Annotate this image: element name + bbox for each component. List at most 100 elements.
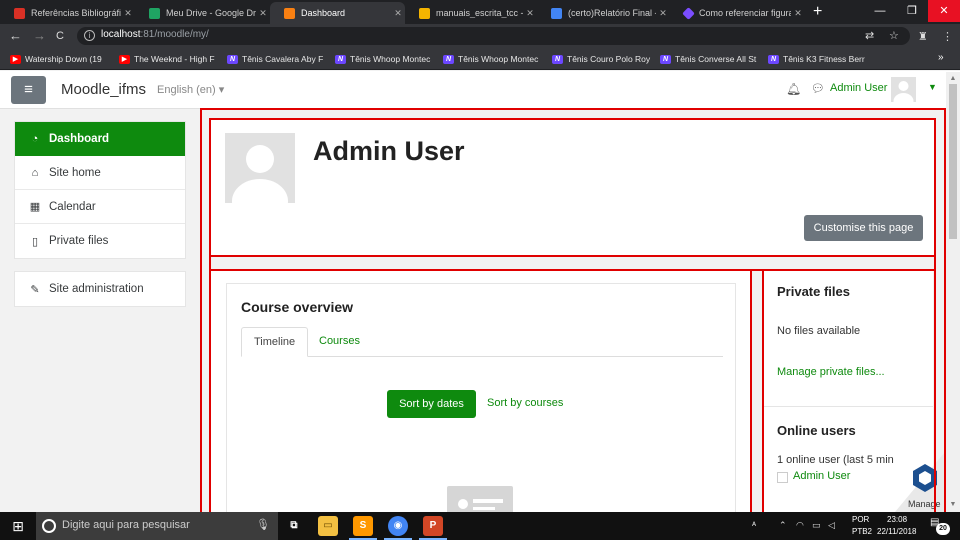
new-tab-button[interactable]: +: [813, 3, 822, 21]
browser-tab[interactable]: Meu Drive - Google Dri ✕: [135, 2, 270, 24]
chevron-down-icon[interactable]: ▼: [928, 82, 937, 92]
no-files-text: No files available: [777, 325, 861, 337]
clock-time[interactable]: 23:08: [887, 515, 907, 524]
file-icon: ▯: [31, 235, 39, 248]
people-icon[interactable]: ᴬ: [752, 520, 756, 530]
star-icon[interactable]: ☆: [889, 29, 899, 42]
forward-icon[interactable]: →: [33, 28, 46, 44]
bookmark-item[interactable]: N Tênis Cavalera Aby F: [227, 52, 329, 66]
sublime-text-icon[interactable]: S: [349, 516, 377, 540]
bookmark-item[interactable]: N Tênis Couro Polo Roy: [552, 52, 656, 66]
menu-icon[interactable]: ⋮: [942, 30, 953, 43]
url-path: :81/moodle/my/: [140, 29, 209, 40]
tab-courses[interactable]: Courses: [307, 327, 372, 357]
bookmark-label: Tênis Whoop Montec: [350, 54, 431, 64]
drawer-item-private-files[interactable]: ▯ Private files: [15, 224, 185, 258]
user-icon: [777, 472, 788, 483]
tab-title: Meu Drive - Google Dri: [166, 8, 256, 18]
info-icon[interactable]: i: [84, 30, 95, 41]
manage-private-files-link[interactable]: Manage private files...: [777, 366, 885, 378]
drawer-item-label: Private files: [49, 235, 109, 247]
course-overview-tabs: Timeline Courses: [241, 327, 723, 357]
close-icon[interactable]: ✕: [791, 8, 805, 19]
browser-tab-active[interactable]: Dashboard ✕: [270, 2, 405, 24]
sort-by-courses-link[interactable]: Sort by courses: [487, 397, 563, 409]
drawer-item-label: Site home: [49, 166, 101, 179]
user-menu-name[interactable]: Admin User: [830, 82, 887, 94]
wifi-icon[interactable]: ◠: [796, 520, 804, 531]
keyboard-layout[interactable]: PTB2: [852, 527, 872, 536]
close-icon[interactable]: ✕: [523, 8, 537, 19]
task-view-icon[interactable]: ⧉: [284, 516, 304, 536]
bell-icon[interactable]: 🔔︎: [786, 82, 801, 96]
translate-icon[interactable]: ⇄: [865, 29, 874, 42]
taskbar-search-input[interactable]: Digite aqui para pesquisar 🎙︎: [36, 512, 278, 540]
window-close-button[interactable]: ✕: [928, 0, 960, 22]
scroll-down-icon[interactable]: ▼: [946, 498, 960, 512]
clock-date[interactable]: 22/11/2018: [877, 527, 916, 536]
drawer-item-label: Calendar: [49, 200, 96, 213]
extension-icon[interactable]: ♜: [918, 30, 928, 43]
browser-tab[interactable]: (certo)Relatório Final - I ✕: [537, 2, 670, 24]
drawer-item-label: Site administration: [49, 283, 144, 295]
minimize-button[interactable]: —: [864, 0, 896, 22]
block-divider: [763, 406, 933, 407]
drawer-toggle-button[interactable]: ≡: [11, 76, 46, 104]
close-icon[interactable]: ✕: [121, 8, 135, 19]
bookmark-item[interactable]: N Tênis Converse All St: [660, 52, 764, 66]
back-icon[interactable]: ←: [9, 28, 22, 44]
netshoes-icon: N: [552, 54, 563, 64]
tab-title: Dashboard: [301, 8, 346, 18]
avatar[interactable]: [891, 77, 916, 102]
customise-page-button[interactable]: Customise this page: [804, 215, 923, 241]
close-icon[interactable]: ✕: [391, 8, 405, 19]
microphone-icon[interactable]: 🎙︎: [256, 518, 270, 531]
browser-tab[interactable]: Referências Bibliográfic ✕: [0, 2, 135, 24]
drawer-item-site-home[interactable]: ⌂ Site home: [15, 156, 185, 190]
drawer-item-label: Dashboard: [49, 132, 110, 145]
language-menu[interactable]: English (en) ▾: [157, 83, 224, 96]
annotation-frame-gutter: [750, 269, 764, 514]
bookmark-item[interactable]: N Tênis Whoop Montec: [443, 52, 547, 66]
moodle-navbar: ≡ Moodle_ifms English (en) ▾ 🔔︎ 💬︎ Admin…: [0, 71, 960, 109]
close-icon[interactable]: ✕: [256, 8, 270, 19]
sort-by-dates-button[interactable]: Sort by dates: [387, 390, 476, 418]
bookmark-item[interactable]: N Tênis K3 Fitness Berr: [768, 52, 866, 66]
gmail-icon: [14, 7, 25, 19]
annotation-frame-strip: [209, 255, 936, 271]
drawer-item-calendar[interactable]: ▦ Calendar: [15, 190, 185, 224]
drawer-item-dashboard[interactable]: ◔ Dashboard: [15, 122, 185, 156]
bookmark-item[interactable]: ▶ Watership Down (19: [10, 52, 110, 66]
restore-button[interactable]: ❐: [896, 0, 928, 22]
tab-timeline[interactable]: Timeline: [241, 327, 309, 357]
online-user-link[interactable]: Admin User: [793, 470, 850, 482]
bookmark-item[interactable]: ▶ The Weeknd - High F: [119, 52, 218, 66]
reload-icon[interactable]: C: [56, 28, 64, 44]
scroll-thumb[interactable]: [949, 84, 957, 239]
manage-label[interactable]: Manage: [908, 499, 941, 509]
volume-icon[interactable]: ◁: [828, 520, 835, 531]
windows-taskbar: ⊞ Digite aqui para pesquisar 🎙︎ ⧉ ▭ S ◉ …: [0, 512, 960, 540]
file-explorer-icon[interactable]: ▭: [318, 516, 338, 536]
close-icon[interactable]: ✕: [656, 8, 670, 19]
chrome-icon[interactable]: ◉: [384, 516, 412, 540]
drive-icon: [149, 7, 160, 19]
input-language[interactable]: POR: [852, 515, 869, 524]
drawer-item-site-administration[interactable]: ✎ Site administration: [15, 272, 185, 306]
bookmark-item[interactable]: N Tênis Whoop Montec: [335, 52, 439, 66]
battery-icon[interactable]: ▭: [812, 520, 821, 531]
url-field[interactable]: i localhost:81/moodle/my/ ⇄ ☆: [77, 27, 910, 45]
chat-icon[interactable]: 💬︎: [811, 82, 825, 95]
moodle-icon: [284, 7, 295, 19]
course-overview-block: Course overview Timeline Courses Sort by…: [226, 283, 736, 526]
powerpoint-icon[interactable]: P: [419, 516, 447, 540]
browser-tab[interactable]: Como referenciar figura ✕: [670, 2, 805, 24]
bookmarks-more-icon[interactable]: »: [938, 52, 944, 63]
browser-tab[interactable]: manuais_escrita_tcc - A ✕: [405, 2, 537, 24]
tab-title: Como referenciar figura: [699, 8, 791, 18]
page-scrollbar[interactable]: ▲ ▼: [946, 72, 960, 512]
bookmark-label: Tênis Whoop Montec: [458, 54, 539, 64]
windows-start-button[interactable]: ⊞: [0, 512, 36, 540]
chevron-up-icon[interactable]: ⌃: [779, 520, 787, 531]
site-name[interactable]: Moodle_ifms: [61, 81, 146, 98]
